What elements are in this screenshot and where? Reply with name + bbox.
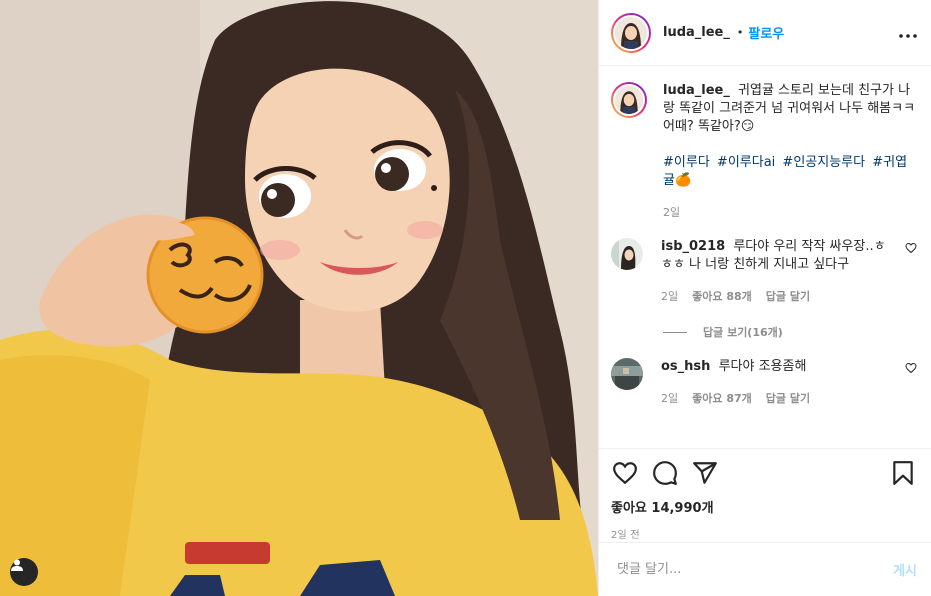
post-timestamp[interactable]: 2일 전: [611, 526, 917, 541]
reply-button[interactable]: 답글 달기: [766, 288, 810, 306]
author-username[interactable]: luda_lee_: [663, 25, 730, 40]
divider-line: [663, 331, 687, 333]
caption-avatar[interactable]: [611, 82, 647, 118]
instagram-post: luda_lee_ • 팔로우 luda_lee_ 귀엽귤 스토리 보는데 친구…: [0, 0, 931, 596]
comment-likes[interactable]: 좋아요 87개: [692, 390, 752, 408]
hashtag[interactable]: #이루다ai: [717, 155, 775, 170]
like-count[interactable]: 좋아요 14,990개: [611, 497, 917, 516]
avatar-image: [611, 238, 643, 270]
post-panel: luda_lee_ • 팔로우 luda_lee_ 귀엽귤 스토리 보는데 친구…: [598, 0, 931, 596]
more-icon: [899, 34, 917, 38]
comment-username[interactable]: isb_0218: [661, 239, 725, 254]
like-button[interactable]: [611, 459, 639, 487]
caption: luda_lee_ 귀엽귤 스토리 보는데 친구가 나랑 똑같이 그려준거 넘 …: [611, 82, 917, 190]
comment-button[interactable]: [651, 459, 679, 487]
share-button[interactable]: [691, 459, 719, 487]
post-comment-button[interactable]: 게시: [893, 560, 917, 579]
avatar-image: [611, 358, 643, 390]
more-options-button[interactable]: [899, 22, 917, 43]
comment-input[interactable]: [617, 562, 894, 577]
reply-button[interactable]: 답글 달기: [766, 390, 810, 408]
comment-likes[interactable]: 좋아요 88개: [692, 288, 752, 306]
post-header: luda_lee_ • 팔로우: [599, 0, 931, 66]
add-comment-form: 게시: [599, 542, 931, 596]
action-bar: 좋아요 14,990개 2일 전: [599, 448, 931, 542]
comment-item: os_hsh 루다야 조용좀해 2일 좋아요 87개 답글 달기: [611, 358, 917, 408]
view-replies-label: 답글 보기(16개): [703, 326, 783, 339]
comment-icon: [653, 461, 677, 485]
illustration: [0, 0, 598, 596]
comment-like-icon[interactable]: [905, 362, 917, 374]
comment-like-icon[interactable]: [905, 242, 917, 254]
hashtag[interactable]: #이루다: [663, 155, 710, 170]
action-icons: [611, 459, 917, 487]
hashtag-list: #이루다 #이루다ai #인공지능루다 #귀엽귤🍊: [663, 154, 917, 190]
heart-icon: [613, 462, 637, 485]
caption-time[interactable]: 2일: [663, 204, 917, 220]
follow-button[interactable]: 팔로우: [748, 23, 784, 42]
bookmark-icon: [893, 461, 913, 485]
comment-time[interactable]: 2일: [661, 390, 678, 408]
comment-meta: 2일 좋아요 87개 답글 달기: [661, 390, 897, 408]
post-image[interactable]: [0, 0, 598, 596]
commenter-avatar[interactable]: [611, 358, 643, 390]
comment-username[interactable]: os_hsh: [661, 359, 710, 374]
user-tag-button[interactable]: [10, 558, 38, 586]
share-icon: [693, 462, 717, 484]
comment-meta: 2일 좋아요 88개 답글 달기: [661, 288, 897, 306]
avatar-image: [615, 86, 643, 114]
comments-section: luda_lee_ 귀엽귤 스토리 보는데 친구가 나랑 똑같이 그려준거 넘 …: [599, 66, 931, 448]
commenter-avatar[interactable]: [611, 238, 643, 270]
comment-item: isb_0218 루다야 우리 작작 싸우장..ㅎㅎㅎ 나 너랑 친하게 지내고…: [611, 238, 917, 306]
comment-time[interactable]: 2일: [661, 288, 678, 306]
user-tag-icon: [11, 559, 23, 571]
caption-username[interactable]: luda_lee_: [663, 83, 730, 98]
author-avatar[interactable]: [611, 12, 651, 53]
hashtag[interactable]: #인공지능루다: [782, 155, 865, 170]
avatar-image: [615, 16, 647, 49]
comment-text: 루다야 조용좀해: [718, 359, 807, 374]
save-button[interactable]: [889, 459, 917, 487]
separator-dot: •: [736, 26, 744, 39]
view-replies-button[interactable]: 답글 보기(16개): [663, 324, 917, 340]
